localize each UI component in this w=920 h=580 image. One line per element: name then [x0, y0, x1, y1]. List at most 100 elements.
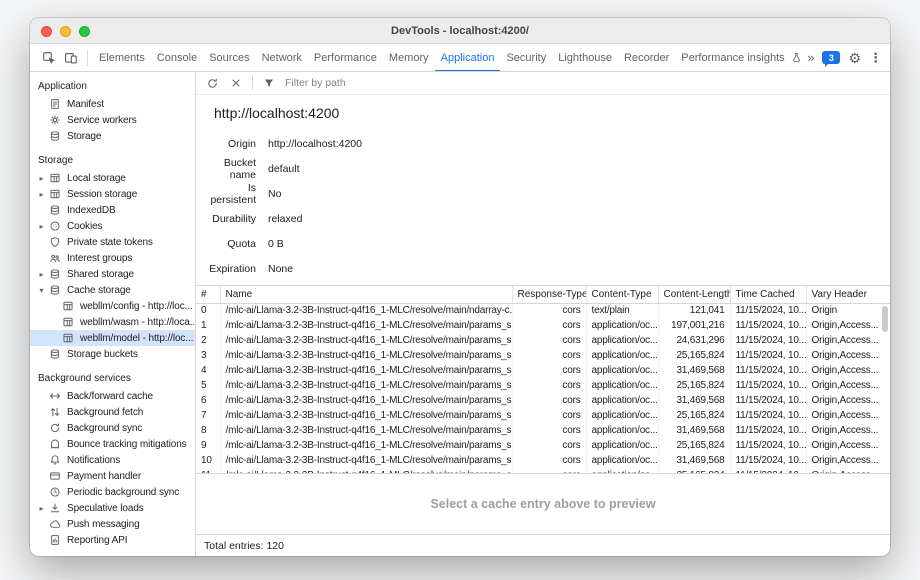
- chevron-right-icon[interactable]: ▸: [36, 270, 47, 279]
- close-window-button[interactable]: [41, 26, 52, 37]
- delete-selected-icon[interactable]: [226, 74, 246, 92]
- more-tabs-button[interactable]: »: [807, 50, 814, 65]
- titlebar[interactable]: DevTools - localhost:4200/: [30, 18, 890, 44]
- cell-vary-header: Origin,Access...: [806, 468, 890, 473]
- sidebar-item-indexeddb[interactable]: IndexedDB: [30, 202, 195, 218]
- sidebar-item-label: webllm/wasm - http://loca...: [80, 317, 195, 328]
- statusbar: Total entries: 120: [196, 534, 890, 556]
- tab-elements[interactable]: Elements: [93, 44, 151, 72]
- cell-time-cached: 11/15/2024, 10...: [730, 378, 806, 393]
- sidebar-item-speculative-loads[interactable]: ▸Speculative loads: [30, 500, 195, 516]
- sidebar-item-shared-storage[interactable]: ▸Shared storage: [30, 266, 195, 282]
- sidebar-item-label: Manifest: [67, 99, 104, 110]
- sidebar-item-back-forward-cache[interactable]: Back/forward cache: [30, 388, 195, 404]
- sidebar-item-service-workers[interactable]: Service workers: [30, 112, 195, 128]
- sidebar-item-cookies[interactable]: ▸Cookies: [30, 218, 195, 234]
- sidebar-item-manifest[interactable]: Manifest: [30, 96, 195, 112]
- table-row[interactable]: 7/mlc-ai/Llama-3.2-3B-Instruct-q4f16_1-M…: [196, 408, 890, 423]
- sidebar-item-label: Background sync: [67, 423, 142, 434]
- tab-recorder[interactable]: Recorder: [618, 44, 675, 72]
- cell-response-type: cors: [512, 423, 586, 438]
- cell-response-type: cors: [512, 348, 586, 363]
- sidebar-item-reporting-api[interactable]: Reporting API: [30, 532, 195, 548]
- sidebar-item-webllm-config-http-loc[interactable]: webllm/config - http://loc...: [30, 298, 195, 314]
- chevron-right-icon[interactable]: ▸: [36, 504, 47, 513]
- table-row[interactable]: 3/mlc-ai/Llama-3.2-3B-Instruct-q4f16_1-M…: [196, 348, 890, 363]
- cell-time-cached: 11/15/2024, 10...: [730, 363, 806, 378]
- sidebar-item-webllm-wasm-http-loca[interactable]: webllm/wasm - http://loca...: [30, 314, 195, 330]
- sidebar-item-periodic-background-sync[interactable]: Periodic background sync: [30, 484, 195, 500]
- tab-console[interactable]: Console: [151, 44, 203, 72]
- chevron-down-icon[interactable]: ▾: [36, 286, 47, 295]
- column-header-vary-header[interactable]: Vary Header: [806, 286, 890, 303]
- chevron-right-icon[interactable]: ▸: [36, 190, 47, 199]
- chevron-right-icon[interactable]: ▸: [36, 174, 47, 183]
- cell-content-type: application/oc...: [586, 423, 658, 438]
- column-header-content-type[interactable]: Content-Type: [586, 286, 658, 303]
- table-row[interactable]: 1/mlc-ai/Llama-3.2-3B-Instruct-q4f16_1-M…: [196, 318, 890, 333]
- sidebar-item-payment-handler[interactable]: Payment handler: [30, 468, 195, 484]
- device-toolbar-icon[interactable]: [60, 47, 82, 69]
- sidebar-item-bounce-tracking-mitigations[interactable]: Bounce tracking mitigations: [30, 436, 195, 452]
- sidebar-item-label: Bounce tracking mitigations: [67, 439, 187, 450]
- cell-content-length: 24,631,296: [658, 333, 730, 348]
- sidebar-item-local-storage[interactable]: ▸Local storage: [30, 170, 195, 186]
- cell-content-type: application/oc...: [586, 378, 658, 393]
- fetch-icon: [47, 405, 62, 419]
- table-scrollbar-thumb[interactable]: [882, 306, 888, 332]
- table-row[interactable]: 4/mlc-ai/Llama-3.2-3B-Instruct-q4f16_1-M…: [196, 363, 890, 378]
- table-row[interactable]: 2/mlc-ai/Llama-3.2-3B-Instruct-q4f16_1-M…: [196, 333, 890, 348]
- field-quota: Quota0 B: [206, 231, 890, 256]
- column-header-name[interactable]: Name: [220, 286, 512, 303]
- column-header-time-cached[interactable]: Time Cached: [730, 286, 806, 303]
- speculative-icon: [47, 501, 62, 515]
- sidebar-item-background-sync[interactable]: Background sync: [30, 420, 195, 436]
- cell-time-cached: 11/15/2024, 10...: [730, 333, 806, 348]
- tab-label: Memory: [389, 52, 429, 64]
- chevron-right-icon[interactable]: ▸: [36, 222, 47, 231]
- sidebar-item-cache-storage[interactable]: ▾Cache storage: [30, 282, 195, 298]
- cell-response-type: cors: [512, 393, 586, 408]
- tab-application[interactable]: Application: [435, 44, 501, 72]
- tab-performance[interactable]: Performance: [308, 44, 383, 72]
- table-row[interactable]: 8/mlc-ai/Llama-3.2-3B-Instruct-q4f16_1-M…: [196, 423, 890, 438]
- sidebar-item-storage[interactable]: Storage: [30, 128, 195, 144]
- table-row[interactable]: 9/mlc-ai/Llama-3.2-3B-Instruct-q4f16_1-M…: [196, 438, 890, 453]
- sidebar-item-session-storage[interactable]: ▸Session storage: [30, 186, 195, 202]
- sidebar-item-notifications[interactable]: Notifications: [30, 452, 195, 468]
- tab-performance-insights[interactable]: Performance insights: [675, 44, 807, 72]
- column-header-response-type[interactable]: Response-Type: [512, 286, 586, 303]
- field-value: default: [268, 163, 300, 175]
- filter-input[interactable]: Filter by path: [285, 77, 346, 89]
- sidebar-item-webllm-model-http-loc[interactable]: webllm/model - http://loc...: [30, 330, 195, 346]
- table-row[interactable]: 10/mlc-ai/Llama-3.2-3B-Instruct-q4f16_1-…: [196, 453, 890, 468]
- column-header-content-length[interactable]: Content-Length: [658, 286, 730, 303]
- cell-: 2: [196, 333, 220, 348]
- sidebar-item-private-state-tokens[interactable]: Private state tokens: [30, 234, 195, 250]
- refresh-icon[interactable]: [202, 74, 222, 92]
- table-row[interactable]: 11/mlc-ai/Llama-3.2-3B-Instruct-q4f16_1-…: [196, 468, 890, 473]
- messages-badge[interactable]: 3: [822, 51, 840, 64]
- cell-content-type: application/oc...: [586, 348, 658, 363]
- sidebar-item-storage-buckets[interactable]: Storage buckets: [30, 346, 195, 362]
- table-row[interactable]: 0/mlc-ai/Llama-3.2-3B-Instruct-q4f16_1-M…: [196, 303, 890, 318]
- tab-security[interactable]: Security: [500, 44, 552, 72]
- sidebar-item-background-fetch[interactable]: Background fetch: [30, 404, 195, 420]
- cell-content-length: 25,165,824: [658, 468, 730, 473]
- column-header-[interactable]: #: [196, 286, 220, 303]
- inspect-element-icon[interactable]: [38, 47, 60, 69]
- table-row[interactable]: 5/mlc-ai/Llama-3.2-3B-Instruct-q4f16_1-M…: [196, 378, 890, 393]
- tab-lighthouse[interactable]: Lighthouse: [552, 44, 618, 72]
- sidebar-item-interest-groups[interactable]: Interest groups: [30, 250, 195, 266]
- tab-sources[interactable]: Sources: [203, 44, 255, 72]
- tab-memory[interactable]: Memory: [383, 44, 435, 72]
- sidebar-item-push-messaging[interactable]: Push messaging: [30, 516, 195, 532]
- zoom-window-button[interactable]: [79, 26, 90, 37]
- kebab-menu-icon[interactable]: ⋮: [869, 51, 882, 64]
- tab-network[interactable]: Network: [256, 44, 308, 72]
- table-row[interactable]: 6/mlc-ai/Llama-3.2-3B-Instruct-q4f16_1-M…: [196, 393, 890, 408]
- cell-vary-header: Origin,Access...: [806, 438, 890, 453]
- settings-gear-icon[interactable]: ⚙: [848, 51, 861, 65]
- minimize-window-button[interactable]: [60, 26, 71, 37]
- table-icon: [60, 331, 75, 345]
